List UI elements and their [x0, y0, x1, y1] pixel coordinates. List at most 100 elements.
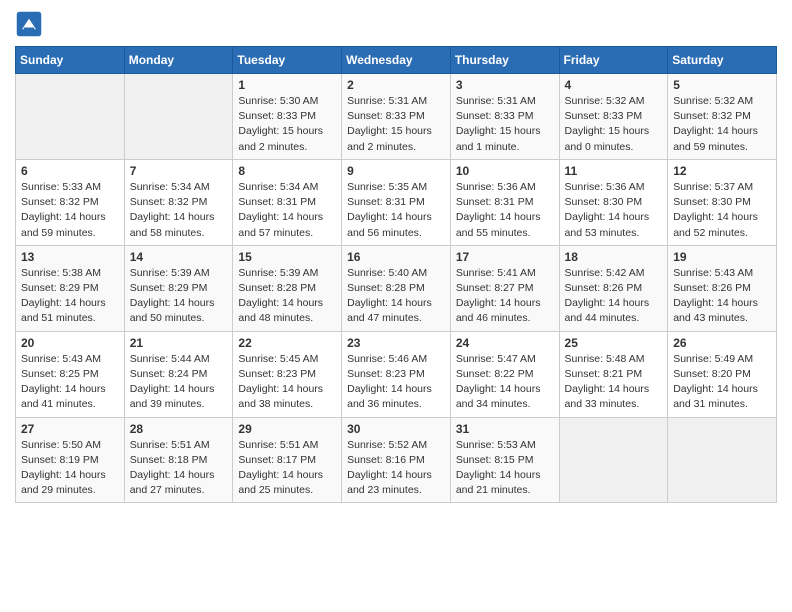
day-number: 24	[456, 336, 554, 350]
day-number: 28	[130, 422, 228, 436]
weekday-header-friday: Friday	[559, 47, 668, 74]
calendar-cell: 22 Sunrise: 5:45 AMSunset: 8:23 PMDayligh…	[233, 331, 342, 417]
day-number: 9	[347, 164, 445, 178]
calendar-cell: 19 Sunrise: 5:43 AMSunset: 8:26 PMDayligh…	[668, 245, 777, 331]
day-info: Sunrise: 5:52 AMSunset: 8:16 PMDaylight:…	[347, 438, 445, 499]
day-info: Sunrise: 5:48 AMSunset: 8:21 PMDaylight:…	[565, 352, 663, 413]
day-number: 21	[130, 336, 228, 350]
day-info: Sunrise: 5:41 AMSunset: 8:27 PMDaylight:…	[456, 266, 554, 327]
day-info: Sunrise: 5:49 AMSunset: 8:20 PMDaylight:…	[673, 352, 771, 413]
day-number: 7	[130, 164, 228, 178]
day-info: Sunrise: 5:53 AMSunset: 8:15 PMDaylight:…	[456, 438, 554, 499]
weekday-header-saturday: Saturday	[668, 47, 777, 74]
day-number: 11	[565, 164, 663, 178]
day-number: 19	[673, 250, 771, 264]
day-info: Sunrise: 5:31 AMSunset: 8:33 PMDaylight:…	[347, 94, 445, 155]
day-info: Sunrise: 5:33 AMSunset: 8:32 PMDaylight:…	[21, 180, 119, 241]
calendar-cell: 29Sunrise: 5:51 AMSunset: 8:17 PMDayligh…	[233, 417, 342, 503]
calendar-header-row: SundayMondayTuesdayWednesdayThursdayFrid…	[16, 47, 777, 74]
day-number: 1	[238, 78, 336, 92]
day-info: Sunrise: 5:44 AMSunset: 8:24 PMDaylight:…	[130, 352, 228, 413]
calendar-cell: 23 Sunrise: 5:46 AMSunset: 8:23 PMDayligh…	[342, 331, 451, 417]
calendar-week-row: 20 Sunrise: 5:43 AMSunset: 8:25 PMDayligh…	[16, 331, 777, 417]
day-info: Sunrise: 5:47 AMSunset: 8:22 PMDaylight:…	[456, 352, 554, 413]
calendar-cell: 18 Sunrise: 5:42 AMSunset: 8:26 PMDayligh…	[559, 245, 668, 331]
calendar-cell: 14 Sunrise: 5:39 AMSunset: 8:29 PMDayligh…	[124, 245, 233, 331]
day-number: 5	[673, 78, 771, 92]
calendar-cell: 10Sunrise: 5:36 AMSunset: 8:31 PMDayligh…	[450, 159, 559, 245]
day-info: Sunrise: 5:50 AMSunset: 8:19 PMDaylight:…	[21, 438, 119, 499]
calendar-table: SundayMondayTuesdayWednesdayThursdayFrid…	[15, 46, 777, 503]
day-info: Sunrise: 5:46 AMSunset: 8:23 PMDaylight:…	[347, 352, 445, 413]
day-info: Sunrise: 5:51 AMSunset: 8:18 PMDaylight:…	[130, 438, 228, 499]
day-info: Sunrise: 5:43 AMSunset: 8:25 PMDaylight:…	[21, 352, 119, 413]
calendar-cell: 8 Sunrise: 5:34 AMSunset: 8:31 PMDaylight…	[233, 159, 342, 245]
day-number: 18	[565, 250, 663, 264]
calendar-cell: 26 Sunrise: 5:49 AMSunset: 8:20 PMDayligh…	[668, 331, 777, 417]
calendar-cell: 21 Sunrise: 5:44 AMSunset: 8:24 PMDayligh…	[124, 331, 233, 417]
day-number: 20	[21, 336, 119, 350]
calendar-cell: 12Sunrise: 5:37 AMSunset: 8:30 PMDayligh…	[668, 159, 777, 245]
day-number: 25	[565, 336, 663, 350]
day-info: Sunrise: 5:42 AMSunset: 8:26 PMDaylight:…	[565, 266, 663, 327]
calendar-cell: 7 Sunrise: 5:34 AMSunset: 8:32 PMDaylight…	[124, 159, 233, 245]
day-number: 16	[347, 250, 445, 264]
weekday-header-thursday: Thursday	[450, 47, 559, 74]
calendar-cell	[559, 417, 668, 503]
calendar-cell: 20 Sunrise: 5:43 AMSunset: 8:25 PMDayligh…	[16, 331, 125, 417]
day-number: 12	[673, 164, 771, 178]
logo	[15, 10, 47, 38]
day-info: Sunrise: 5:43 AMSunset: 8:26 PMDaylight:…	[673, 266, 771, 327]
calendar-week-row: 27 Sunrise: 5:50 AMSunset: 8:19 PMDayligh…	[16, 417, 777, 503]
day-number: 2	[347, 78, 445, 92]
day-info: Sunrise: 5:30 AMSunset: 8:33 PMDaylight:…	[238, 94, 336, 155]
day-number: 30	[347, 422, 445, 436]
day-info: Sunrise: 5:36 AMSunset: 8:31 PMDaylight:…	[456, 180, 554, 241]
calendar-cell: 27 Sunrise: 5:50 AMSunset: 8:19 PMDayligh…	[16, 417, 125, 503]
day-number: 6	[21, 164, 119, 178]
calendar-cell: 2 Sunrise: 5:31 AMSunset: 8:33 PMDaylight…	[342, 74, 451, 160]
calendar-week-row: 1 Sunrise: 5:30 AMSunset: 8:33 PMDaylight…	[16, 74, 777, 160]
day-info: Sunrise: 5:34 AMSunset: 8:32 PMDaylight:…	[130, 180, 228, 241]
day-info: Sunrise: 5:31 AMSunset: 8:33 PMDaylight:…	[456, 94, 554, 155]
calendar-cell: 28 Sunrise: 5:51 AMSunset: 8:18 PMDayligh…	[124, 417, 233, 503]
calendar-cell: 16 Sunrise: 5:40 AMSunset: 8:28 PMDayligh…	[342, 245, 451, 331]
calendar-cell: 5 Sunrise: 5:32 AMSunset: 8:32 PMDaylight…	[668, 74, 777, 160]
day-info: Sunrise: 5:32 AMSunset: 8:32 PMDaylight:…	[673, 94, 771, 155]
calendar-cell: 24 Sunrise: 5:47 AMSunset: 8:22 PMDayligh…	[450, 331, 559, 417]
calendar-cell: 31Sunrise: 5:53 AMSunset: 8:15 PMDayligh…	[450, 417, 559, 503]
day-info: Sunrise: 5:45 AMSunset: 8:23 PMDaylight:…	[238, 352, 336, 413]
day-info: Sunrise: 5:51 AMSunset: 8:17 PMDaylight:…	[238, 438, 336, 499]
day-info: Sunrise: 5:39 AMSunset: 8:29 PMDaylight:…	[130, 266, 228, 327]
day-number: 14	[130, 250, 228, 264]
calendar-cell: 13Sunrise: 5:38 AMSunset: 8:29 PMDayligh…	[16, 245, 125, 331]
day-info: Sunrise: 5:40 AMSunset: 8:28 PMDaylight:…	[347, 266, 445, 327]
calendar-cell: 11 Sunrise: 5:36 AMSunset: 8:30 PMDayligh…	[559, 159, 668, 245]
calendar-cell: 30 Sunrise: 5:52 AMSunset: 8:16 PMDayligh…	[342, 417, 451, 503]
weekday-header-tuesday: Tuesday	[233, 47, 342, 74]
day-info: Sunrise: 5:38 AMSunset: 8:29 PMDaylight:…	[21, 266, 119, 327]
page-header	[15, 10, 777, 38]
day-number: 23	[347, 336, 445, 350]
day-info: Sunrise: 5:34 AMSunset: 8:31 PMDaylight:…	[238, 180, 336, 241]
day-number: 27	[21, 422, 119, 436]
calendar-cell	[16, 74, 125, 160]
day-number: 4	[565, 78, 663, 92]
weekday-header-monday: Monday	[124, 47, 233, 74]
calendar-cell: 4Sunrise: 5:32 AMSunset: 8:33 PMDaylight…	[559, 74, 668, 160]
day-number: 26	[673, 336, 771, 350]
calendar-cell	[124, 74, 233, 160]
logo-icon	[15, 10, 43, 38]
day-number: 3	[456, 78, 554, 92]
day-number: 22	[238, 336, 336, 350]
calendar-cell	[668, 417, 777, 503]
calendar-cell: 15Sunrise: 5:39 AMSunset: 8:28 PMDayligh…	[233, 245, 342, 331]
weekday-header-wednesday: Wednesday	[342, 47, 451, 74]
day-info: Sunrise: 5:36 AMSunset: 8:30 PMDaylight:…	[565, 180, 663, 241]
calendar-cell: 17Sunrise: 5:41 AMSunset: 8:27 PMDayligh…	[450, 245, 559, 331]
day-info: Sunrise: 5:39 AMSunset: 8:28 PMDaylight:…	[238, 266, 336, 327]
calendar-cell: 1 Sunrise: 5:30 AMSunset: 8:33 PMDaylight…	[233, 74, 342, 160]
calendar-cell: 3 Sunrise: 5:31 AMSunset: 8:33 PMDaylight…	[450, 74, 559, 160]
day-number: 8	[238, 164, 336, 178]
day-info: Sunrise: 5:35 AMSunset: 8:31 PMDaylight:…	[347, 180, 445, 241]
